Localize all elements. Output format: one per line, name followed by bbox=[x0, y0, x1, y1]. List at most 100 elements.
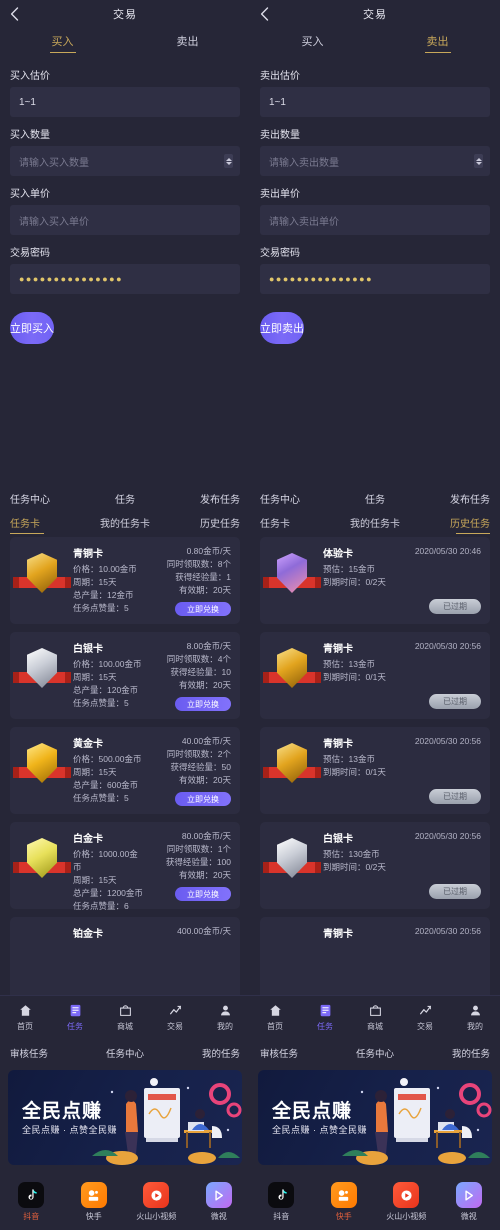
header-publish-task[interactable]: 发布任务 bbox=[163, 491, 240, 506]
quantity-stepper[interactable] bbox=[224, 154, 233, 168]
card-rate: 400.00金币/天 bbox=[177, 925, 231, 938]
tab-buy[interactable]: 买入 bbox=[250, 33, 375, 53]
history-row-partial[interactable]: 青铜卡 2020/05/30 20:56 bbox=[260, 917, 490, 995]
task-card-row[interactable]: 青铜卡 价格：10.00金币 周期：15天 总产量：12金币 任务点赞量：5 0… bbox=[10, 537, 240, 624]
nav-item-task[interactable]: 任务 bbox=[300, 1004, 350, 1032]
buy-now-button[interactable]: 立即买入 bbox=[10, 312, 54, 344]
sell-password-input[interactable]: ●●●●●●●●●●●●●●● bbox=[260, 264, 490, 294]
status-badge-expired[interactable]: 已过期 bbox=[429, 884, 481, 899]
tab-my-task-card[interactable]: 我的任务卡 bbox=[337, 515, 414, 534]
card-concurrent: 同时领取数：2个 bbox=[167, 748, 231, 761]
trend-chart-icon bbox=[169, 1004, 182, 1019]
buy-password-input[interactable]: ●●●●●●●●●●●●●●● bbox=[10, 264, 240, 294]
tab-history-task[interactable]: 历史任务 bbox=[163, 515, 240, 534]
card-body: 黄金卡 价格：500.00金币 周期：15天 总产量：600金币 任务点赞量：5 bbox=[65, 735, 145, 806]
header-task-center[interactable]: 任务中心 bbox=[10, 491, 87, 506]
task-card-row[interactable]: 黄金卡 价格：500.00金币 周期：15天 总产量：600金币 任务点赞量：5… bbox=[10, 727, 240, 814]
status-badge-expired[interactable]: 已过期 bbox=[429, 694, 481, 709]
subtab-task-center[interactable]: 任务中心 bbox=[337, 1046, 414, 1060]
app-item-kuaishou[interactable]: 快手 bbox=[313, 1182, 376, 1222]
nav-item-home[interactable]: 首页 bbox=[250, 1004, 300, 1032]
app-item-douyin[interactable]: 抖音 bbox=[250, 1182, 313, 1222]
status-badge-expired[interactable]: 已过期 bbox=[429, 789, 481, 804]
app-label: 快手 bbox=[86, 1211, 102, 1222]
app-item-weishi[interactable]: 微视 bbox=[188, 1182, 251, 1222]
nav-label: 交易 bbox=[417, 1021, 433, 1032]
card-right: 40.00金币/天 同时领取数：2个 获得经验量：50 有效期：20天 立即兑换 bbox=[145, 735, 231, 806]
nav-label: 首页 bbox=[17, 1021, 33, 1032]
tab-my-task-card[interactable]: 我的任务卡 bbox=[87, 515, 164, 534]
weishi-play-icon bbox=[456, 1182, 482, 1208]
nav-item-task[interactable]: 任务 bbox=[50, 1004, 100, 1032]
buy-unitprice-input[interactable]: 请输入买入单价 bbox=[10, 205, 240, 235]
subtab-my-task[interactable]: 我的任务 bbox=[163, 1046, 240, 1060]
header-publish-task[interactable]: 发布任务 bbox=[413, 491, 490, 506]
history-row[interactable]: 青铜卡 预估：13金币 到期时间：0/1天 2020/05/30 20:56 已… bbox=[260, 727, 490, 814]
sell-now-button[interactable]: 立即卖出 bbox=[260, 312, 304, 344]
field-sell-unitprice: 卖出单价 请输入卖出单价 bbox=[250, 185, 500, 235]
promo-banner[interactable]: 全民点赚 全民点赚 · 点赞全民赚 bbox=[258, 1070, 492, 1165]
promo-banners: 全民点赚 全民点赚 · 点赞全民赚 bbox=[0, 1066, 500, 1174]
app-label: 微视 bbox=[211, 1211, 227, 1222]
promo-banner[interactable]: 全民点赚 全民点赚 · 点赞全民赚 bbox=[8, 1070, 242, 1165]
tab-task-card[interactable]: 任务卡 bbox=[10, 515, 87, 534]
nav-item-trade[interactable]: 交易 bbox=[400, 1004, 450, 1032]
nav-item-home[interactable]: 首页 bbox=[0, 1004, 50, 1032]
card-price: 价格：10.00金币 bbox=[73, 563, 145, 576]
header-task[interactable]: 任务 bbox=[87, 491, 164, 506]
tab-sell[interactable]: 卖出 bbox=[375, 33, 500, 53]
app-item-huoshan[interactable]: 火山小视频 bbox=[125, 1182, 188, 1222]
app-item-weishi[interactable]: 微视 bbox=[438, 1182, 500, 1222]
nav-item-mine[interactable]: 我的 bbox=[450, 1004, 500, 1032]
app-item-huoshan[interactable]: 火山小视频 bbox=[375, 1182, 438, 1222]
card-estimate: 预估：15金币 bbox=[323, 563, 481, 576]
redeem-button[interactable]: 立即兑换 bbox=[175, 792, 231, 806]
task-card-row-partial[interactable]: 铂金卡 400.00金币/天 bbox=[10, 917, 240, 995]
redeem-button[interactable]: 立即兑换 bbox=[175, 697, 231, 711]
card-badge bbox=[269, 836, 315, 892]
card-expire: 到期时间：0/2天 bbox=[323, 576, 481, 589]
subtab-task-center[interactable]: 任务中心 bbox=[87, 1046, 164, 1060]
history-row[interactable]: 青铜卡 预估：13金币 到期时间：0/1天 2020/05/30 20:56 已… bbox=[260, 632, 490, 719]
redeem-button[interactable]: 立即兑换 bbox=[175, 887, 231, 901]
subtab-review-task[interactable]: 审核任务 bbox=[10, 1046, 87, 1060]
card-right: 400.00金币/天 bbox=[145, 925, 231, 995]
subtab-review-task[interactable]: 审核任务 bbox=[260, 1046, 337, 1060]
card-timestamp: 2020/05/30 20:56 bbox=[415, 831, 481, 841]
redeem-button[interactable]: 立即兑换 bbox=[175, 602, 231, 616]
field-label: 卖出单价 bbox=[260, 185, 490, 200]
subtab-my-task[interactable]: 我的任务 bbox=[413, 1046, 490, 1060]
card-right: 8.00金币/天 同时领取数：4个 获得经验量：10 有效期：20天 立即兑换 bbox=[145, 640, 231, 711]
history-row[interactable]: 白银卡 预估：130金币 到期时间：0/2天 2020/05/30 20:56 … bbox=[260, 822, 490, 909]
titlebar-sell: 交易 bbox=[250, 0, 500, 28]
task-card-row[interactable]: 白银卡 价格：100.00金币 周期：15天 总产量：120金币 任务点赞量：5… bbox=[10, 632, 240, 719]
nav-item-shop[interactable]: 商城 bbox=[350, 1004, 400, 1032]
card-rate: 0.80金币/天 bbox=[187, 545, 231, 558]
status-badge-expired[interactable]: 已过期 bbox=[429, 599, 481, 614]
tab-sell[interactable]: 卖出 bbox=[125, 33, 250, 53]
quantity-stepper[interactable] bbox=[474, 154, 483, 168]
app-item-douyin[interactable]: 抖音 bbox=[0, 1182, 63, 1222]
nav-item-shop[interactable]: 商城 bbox=[100, 1004, 150, 1032]
app-item-kuaishou[interactable]: 快手 bbox=[63, 1182, 126, 1222]
nav-item-mine[interactable]: 我的 bbox=[200, 1004, 250, 1032]
sell-unitprice-input[interactable]: 请输入卖出单价 bbox=[260, 205, 490, 235]
nav-item-trade[interactable]: 交易 bbox=[150, 1004, 200, 1032]
buy-quantity-input[interactable]: 请输入买入数量 bbox=[10, 146, 240, 176]
card-expire: 到期时间：0/1天 bbox=[323, 671, 481, 684]
card-badge bbox=[19, 646, 65, 702]
card-badge bbox=[269, 646, 315, 702]
nav-label: 我的 bbox=[217, 1021, 233, 1032]
card-total-output: 总产量：600金币 bbox=[73, 779, 145, 792]
sell-quantity-input[interactable]: 请输入卖出数量 bbox=[260, 146, 490, 176]
tab-buy[interactable]: 买入 bbox=[0, 33, 125, 53]
header-task[interactable]: 任务 bbox=[337, 491, 414, 506]
tab-task-card[interactable]: 任务卡 bbox=[260, 515, 337, 534]
card-right: 0.80金币/天 同时领取数：8个 获得经验量：1 有效期：20天 立即兑换 bbox=[145, 545, 231, 616]
header-task-center[interactable]: 任务中心 bbox=[260, 491, 337, 506]
task-card-row[interactable]: 白金卡 价格：1000.00金币 周期：15天 总产量：1200金币 任务点赞量… bbox=[10, 822, 240, 909]
card-badge bbox=[19, 741, 65, 797]
field-label: 交易密码 bbox=[260, 244, 490, 259]
history-row[interactable]: 体验卡 预估：15金币 到期时间：0/2天 2020/05/30 20:46 已… bbox=[260, 537, 490, 624]
tab-history-task[interactable]: 历史任务 bbox=[413, 515, 490, 534]
